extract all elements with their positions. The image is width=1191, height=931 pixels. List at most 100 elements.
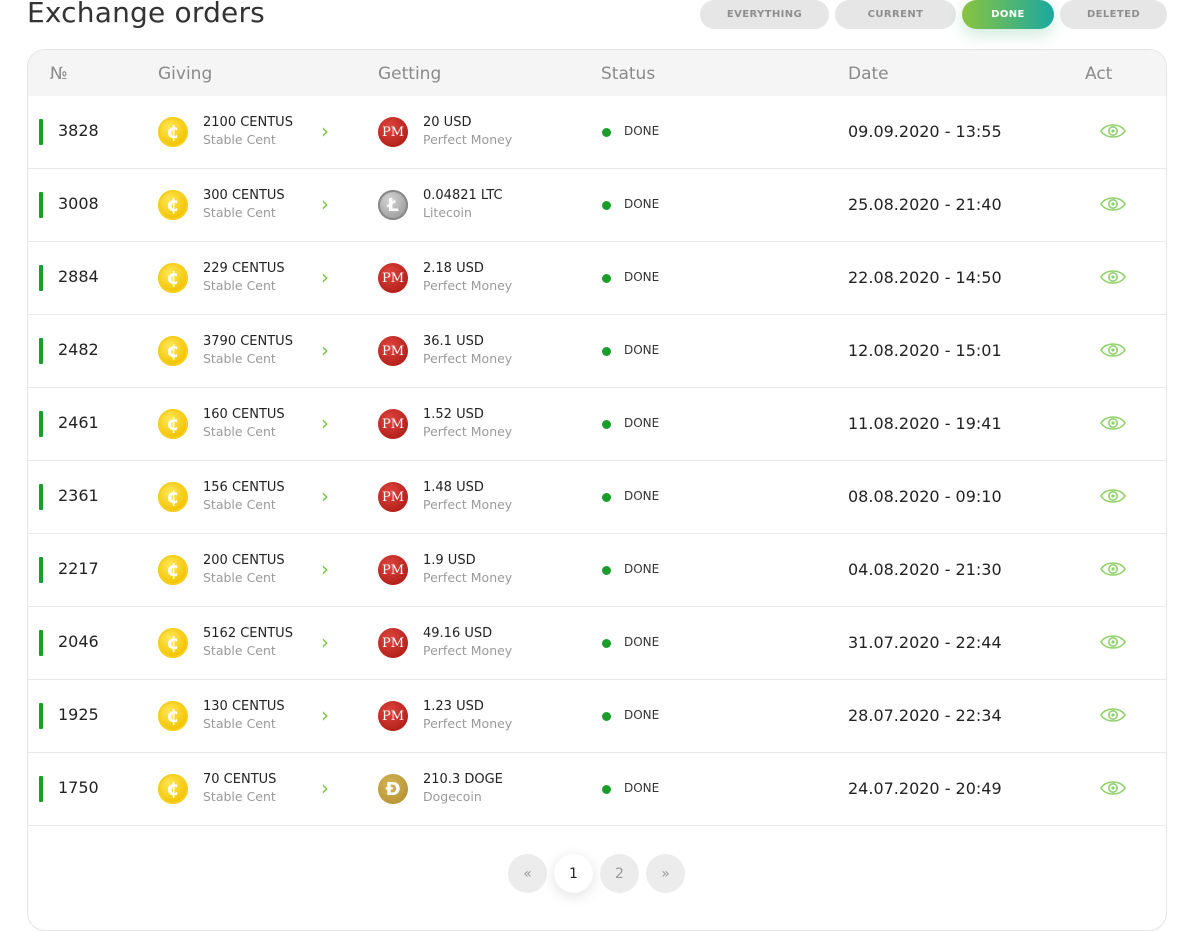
order-number: 3828 <box>58 121 99 140</box>
column-giving: Giving <box>158 64 213 84</box>
table-header: № Giving Getting Status Date Act <box>28 50 1166 96</box>
getting-currency-name: Perfect Money <box>423 570 513 585</box>
eye-icon[interactable] <box>1099 340 1127 360</box>
giving-amount: 156 CENTUS <box>203 480 285 495</box>
prev-page-button[interactable]: « <box>508 854 547 893</box>
column-act: Act <box>1085 64 1113 84</box>
giving-amount: 229 CENTUS <box>203 261 285 276</box>
order-date: 04.08.2020 - 21:30 <box>848 560 1002 579</box>
table-row: 1925 ¢ 130 CENTUS Stable Cent › PM 1.23 … <box>28 680 1166 753</box>
perfect-money-icon: PM <box>378 336 408 366</box>
getting-currency-name: Perfect Money <box>423 132 513 147</box>
perfect-money-icon: PM <box>378 263 408 293</box>
centus-coin-icon: ¢ <box>158 336 188 366</box>
status-dot-icon <box>602 712 611 721</box>
perfect-money-icon: PM <box>378 482 408 512</box>
status-indicator-bar <box>39 265 43 291</box>
order-number: 2361 <box>58 486 99 505</box>
giving-amount: 5162 CENTUS <box>203 626 293 641</box>
order-number: 2461 <box>58 413 99 432</box>
order-date: 08.08.2020 - 09:10 <box>848 487 1002 506</box>
eye-icon[interactable] <box>1099 559 1127 579</box>
column-date: Date <box>848 64 889 84</box>
chevron-right-icon: › <box>321 265 329 289</box>
order-date: 25.08.2020 - 21:40 <box>848 195 1002 214</box>
getting-amount: 1.48 USD <box>423 480 484 495</box>
eye-icon[interactable] <box>1099 632 1127 652</box>
perfect-money-icon: PM <box>378 409 408 439</box>
dogecoin-icon: Ð <box>378 774 408 804</box>
column-getting: Getting <box>378 64 442 84</box>
perfect-money-icon: PM <box>378 628 408 658</box>
table-row: 3008 ¢ 300 CENTUS Stable Cent › Ł 0.0482… <box>28 169 1166 242</box>
order-number: 2217 <box>58 559 99 578</box>
eye-icon[interactable] <box>1099 778 1127 798</box>
giving-amount: 200 CENTUS <box>203 553 285 568</box>
status-indicator-bar <box>39 703 43 729</box>
pagination: « 1 2 » <box>508 854 685 893</box>
giving-currency-name: Stable Cent <box>203 716 276 731</box>
order-number: 2884 <box>58 267 99 286</box>
giving-amount: 130 CENTUS <box>203 699 285 714</box>
litecoin-icon: Ł <box>378 190 408 220</box>
filter-done-button[interactable]: DONE <box>962 0 1054 29</box>
eye-icon[interactable] <box>1099 486 1127 506</box>
chevron-right-icon: › <box>321 192 329 216</box>
giving-currency-name: Stable Cent <box>203 278 276 293</box>
page-2-button[interactable]: 2 <box>600 854 639 893</box>
getting-amount: 210.3 DOGE <box>423 772 503 787</box>
status-indicator-bar <box>39 484 43 510</box>
status-label: DONE <box>624 562 660 576</box>
order-number: 1750 <box>58 778 99 797</box>
status-dot-icon <box>602 493 611 502</box>
table-body: 3828 ¢ 2100 CENTUS Stable Cent › PM 20 U… <box>28 96 1166 826</box>
eye-icon[interactable] <box>1099 194 1127 214</box>
order-date: 12.08.2020 - 15:01 <box>848 341 1002 360</box>
status-label: DONE <box>624 197 660 211</box>
getting-amount: 2.18 USD <box>423 261 484 276</box>
filter-current-button[interactable]: CURRENT <box>835 0 956 29</box>
eye-icon[interactable] <box>1099 413 1127 433</box>
eye-icon[interactable] <box>1099 705 1127 725</box>
eye-icon[interactable] <box>1099 267 1127 287</box>
giving-currency-name: Stable Cent <box>203 789 276 804</box>
giving-currency-name: Stable Cent <box>203 205 276 220</box>
giving-amount: 70 CENTUS <box>203 772 277 787</box>
status-label: DONE <box>624 270 660 284</box>
next-page-button[interactable]: » <box>646 854 685 893</box>
chevron-right-icon: › <box>321 703 329 727</box>
getting-currency-name: Perfect Money <box>423 716 513 731</box>
getting-amount: 36.1 USD <box>423 334 484 349</box>
giving-currency-name: Stable Cent <box>203 132 276 147</box>
table-row: 2217 ¢ 200 CENTUS Stable Cent › PM 1.9 U… <box>28 534 1166 607</box>
status-label: DONE <box>624 489 660 503</box>
chevron-right-icon: › <box>321 557 329 581</box>
status-indicator-bar <box>39 776 43 802</box>
eye-icon[interactable] <box>1099 121 1127 141</box>
table-row: 3828 ¢ 2100 CENTUS Stable Cent › PM 20 U… <box>28 96 1166 169</box>
page-title: Exchange orders <box>27 0 265 29</box>
order-date: 11.08.2020 - 19:41 <box>848 414 1002 433</box>
page-1-button[interactable]: 1 <box>554 854 593 893</box>
status-dot-icon <box>602 347 611 356</box>
perfect-money-icon: PM <box>378 117 408 147</box>
filter-everything-button[interactable]: EVERYTHING <box>700 0 829 29</box>
status-dot-icon <box>602 785 611 794</box>
filter-deleted-button[interactable]: DELETED <box>1060 0 1167 29</box>
orders-table: № Giving Getting Status Date Act 3828 ¢ … <box>27 49 1167 931</box>
giving-amount: 2100 CENTUS <box>203 115 293 130</box>
getting-currency-name: Perfect Money <box>423 643 513 658</box>
centus-coin-icon: ¢ <box>158 555 188 585</box>
status-label: DONE <box>624 708 660 722</box>
status-indicator-bar <box>39 411 43 437</box>
chevron-right-icon: › <box>321 411 329 435</box>
centus-coin-icon: ¢ <box>158 628 188 658</box>
table-row: 2884 ¢ 229 CENTUS Stable Cent › PM 2.18 … <box>28 242 1166 315</box>
getting-amount: 20 USD <box>423 115 472 130</box>
chevron-right-icon: › <box>321 630 329 654</box>
status-indicator-bar <box>39 557 43 583</box>
status-indicator-bar <box>39 338 43 364</box>
status-dot-icon <box>602 566 611 575</box>
status-dot-icon <box>602 639 611 648</box>
table-row: 2461 ¢ 160 CENTUS Stable Cent › PM 1.52 … <box>28 388 1166 461</box>
